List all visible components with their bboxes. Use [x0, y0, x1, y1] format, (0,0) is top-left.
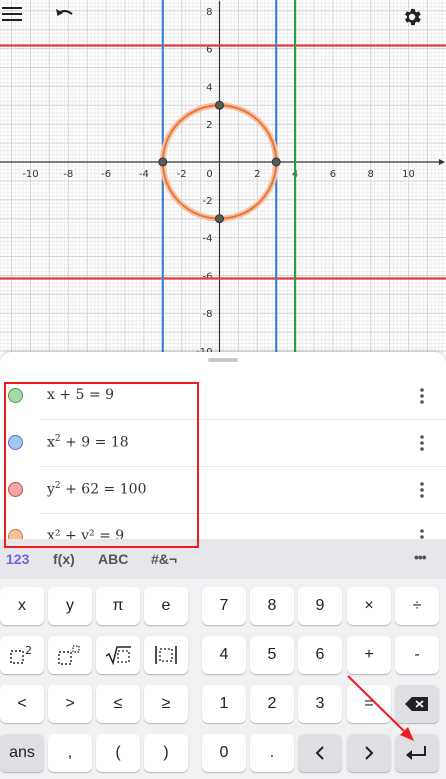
- highlight-box-annotation: [4, 382, 199, 548]
- key-open-paren[interactable]: (: [96, 734, 140, 772]
- x-tick-label: -4: [139, 169, 149, 180]
- more-options-button[interactable]: [412, 429, 432, 457]
- key-3[interactable]: 3: [298, 685, 342, 723]
- gear-icon: [405, 8, 421, 26]
- more-vertical-icon: [420, 482, 424, 498]
- more-vertical-icon: [420, 435, 424, 451]
- key-close-paren[interactable]: ): [144, 734, 188, 772]
- chevron-right-icon: [365, 746, 374, 760]
- key-minus[interactable]: -: [395, 636, 439, 674]
- key-1[interactable]: 1: [202, 685, 246, 723]
- hamburger-menu-icon: [2, 7, 22, 21]
- key-8[interactable]: 8: [250, 587, 294, 625]
- key-7[interactable]: 7: [202, 587, 246, 625]
- key-greater-than[interactable]: >: [48, 685, 92, 723]
- tab-functions[interactable]: f(x): [53, 551, 75, 567]
- key-plus[interactable]: +: [347, 636, 391, 674]
- key-equals[interactable]: =: [347, 685, 391, 723]
- settings-button[interactable]: [401, 6, 437, 42]
- intersection-point: [215, 100, 224, 110]
- key-left-arrow[interactable]: [298, 734, 342, 772]
- key-2[interactable]: 2: [250, 685, 294, 723]
- key-backspace[interactable]: [395, 685, 439, 723]
- intersection-point: [215, 214, 224, 224]
- math-keyboard: x y π e 7 8 9 × ÷ 2 4 5 6 + - < > ≤ ≥ 1 …: [0, 579, 446, 779]
- key-6[interactable]: 6: [298, 636, 342, 674]
- key-sqrt[interactable]: [96, 636, 140, 674]
- drag-handle[interactable]: [208, 358, 238, 362]
- more-options-button[interactable]: [412, 523, 432, 539]
- graph-view[interactable]: -10-8-6-4-202468108642-2-4-6-8-10: [0, 0, 446, 352]
- x-tick-label: 0: [206, 169, 212, 180]
- more-vertical-icon: [420, 388, 424, 404]
- x-axis-arrow: [439, 159, 445, 165]
- x-tick-label: 6: [330, 169, 336, 180]
- y-tick-label: -8: [203, 309, 213, 320]
- intersection-point: [158, 157, 168, 167]
- chevron-left-icon: [315, 746, 324, 760]
- x-tick-label: -2: [177, 169, 187, 180]
- x-tick-label: 2: [254, 169, 260, 180]
- x-tick-label: -8: [63, 169, 73, 180]
- key-5[interactable]: 5: [250, 636, 294, 674]
- power-icon: [58, 645, 80, 665]
- tab-123[interactable]: 123: [6, 551, 29, 567]
- key-4[interactable]: 4: [202, 636, 246, 674]
- tab-symbols[interactable]: #&¬: [151, 551, 177, 567]
- x-tick-label: 10: [402, 169, 415, 180]
- y-tick-label: -6: [203, 271, 213, 282]
- key-ans[interactable]: ans: [0, 734, 44, 772]
- y-tick-label: 2: [206, 120, 212, 131]
- key-x[interactable]: x: [0, 587, 44, 625]
- enter-icon: [406, 746, 426, 760]
- keyboard-more-button[interactable]: •••: [414, 549, 427, 565]
- intersection-point: [271, 157, 281, 167]
- key-multiply[interactable]: ×: [347, 587, 391, 625]
- svg-text:2: 2: [25, 644, 32, 657]
- y-tick-label: 8: [206, 7, 212, 18]
- undo-button[interactable]: [54, 6, 90, 42]
- key-squared[interactable]: 2: [0, 636, 44, 674]
- tab-abc[interactable]: ABC: [98, 551, 128, 567]
- squared-icon: 2: [10, 644, 32, 664]
- key-right-arrow[interactable]: [347, 734, 391, 772]
- more-options-button[interactable]: [412, 382, 432, 410]
- x-tick-label: -6: [101, 169, 111, 180]
- backspace-icon: [405, 697, 428, 711]
- undo-icon: [56, 9, 73, 16]
- key-power[interactable]: [48, 636, 92, 674]
- key-abs[interactable]: [144, 636, 188, 674]
- menu-button[interactable]: [2, 6, 38, 42]
- absolute-value-icon: [155, 646, 177, 664]
- key-decimal[interactable]: .: [250, 734, 294, 772]
- key-enter[interactable]: [395, 734, 439, 772]
- y-tick-label: -2: [203, 196, 213, 207]
- key-9[interactable]: 9: [298, 587, 342, 625]
- x-tick-label: 8: [368, 169, 374, 180]
- y-tick-label: 4: [206, 82, 212, 93]
- key-less-equal[interactable]: ≤: [96, 685, 140, 723]
- more-vertical-icon: [420, 529, 424, 539]
- sqrt-icon: [105, 646, 131, 666]
- key-comma[interactable]: ,: [48, 734, 92, 772]
- more-options-button[interactable]: [412, 476, 432, 504]
- key-pi[interactable]: π: [96, 587, 140, 625]
- key-e[interactable]: e: [144, 587, 188, 625]
- key-y[interactable]: y: [48, 587, 92, 625]
- y-tick-label: -4: [203, 234, 213, 245]
- graph-canvas[interactable]: -10-8-6-4-202468108642-2-4-6-8-10: [0, 0, 446, 352]
- key-less-than[interactable]: <: [0, 685, 44, 723]
- key-divide[interactable]: ÷: [395, 587, 439, 625]
- key-0[interactable]: 0: [202, 734, 246, 772]
- key-greater-equal[interactable]: ≥: [144, 685, 188, 723]
- x-tick-label: -10: [22, 169, 38, 180]
